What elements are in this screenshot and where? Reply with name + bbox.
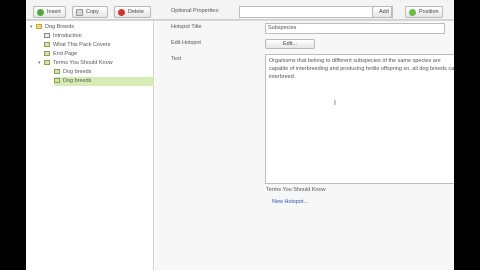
insert-label: Insert	[47, 9, 61, 15]
edit-button-label: Edit...	[282, 41, 298, 47]
copy-icon	[76, 9, 83, 16]
tree-root-label: Dog Breeds	[45, 24, 75, 30]
tree-item[interactable]: Dog breeds	[54, 68, 150, 77]
page-icon	[44, 42, 50, 48]
tree-item[interactable]: Introduction	[44, 32, 150, 41]
delete-button[interactable]: Delete	[114, 6, 151, 18]
position-icon	[409, 9, 416, 16]
text-label: Text	[171, 56, 182, 62]
edit-hotspot-button[interactable]: Edit...	[265, 39, 315, 49]
tree-item-label: Dog breeds	[63, 78, 92, 84]
tree-item[interactable]: ▾ Terms You Should Know	[38, 59, 150, 68]
hotspot-icon	[54, 78, 60, 84]
add-label: Add	[379, 9, 389, 15]
toolbar: Insert Copy Delete Optional Properties: …	[26, 0, 454, 20]
editor-window: Insert Copy Delete Optional Properties: …	[26, 0, 454, 270]
copy-button[interactable]: Copy	[72, 6, 108, 18]
optional-properties-select[interactable]: ▼	[239, 6, 393, 18]
delete-icon	[118, 9, 125, 16]
tree-item-label: Dog breeds	[63, 69, 92, 75]
tree-item-label: What This Pack Covers	[53, 42, 111, 48]
text-value: Organisms that belong to different subsp…	[269, 58, 454, 80]
hotspot-icon	[54, 69, 60, 75]
page-icon	[44, 60, 50, 66]
position-label: Position	[419, 9, 439, 15]
tree-item-label: End Page	[53, 51, 78, 57]
copy-label: Copy	[86, 9, 99, 15]
page-icon	[44, 51, 50, 57]
delete-label: Delete	[128, 9, 144, 15]
page-icon	[44, 33, 50, 39]
position-button[interactable]: Position	[405, 6, 443, 18]
new-hotspot-link[interactable]: New Hotspot...	[272, 199, 308, 205]
tree-item-label: Introduction	[53, 33, 82, 39]
page-tree: ▾ Dog Breeds Introduction What This Pack …	[26, 21, 154, 270]
tree-root[interactable]: ▾ Dog Breeds	[30, 23, 150, 32]
tree-item-selected[interactable]: Dog breeds	[54, 77, 154, 86]
hotspot-title-value: Subspecies	[268, 25, 297, 31]
tree-item[interactable]: What This Pack Covers	[44, 41, 150, 50]
optional-properties-label: Optional Properties:	[171, 8, 220, 14]
hotspot-title-field[interactable]: Subspecies	[265, 23, 445, 34]
tree-item[interactable]: End Page	[44, 50, 150, 59]
edit-hotspot-label: Edit Hotspot	[171, 40, 201, 46]
properties-panel: Hotspot Title Subspecies Edit Hotspot Ed…	[155, 21, 454, 270]
tree-item-label: Terms You Should Know	[53, 60, 113, 66]
add-button[interactable]: Add	[372, 6, 392, 18]
folder-icon	[36, 24, 42, 30]
text-editor[interactable]: Organisms that belong to different subsp…	[265, 54, 454, 184]
section-label: Terms You Should Know	[266, 187, 326, 193]
plus-icon	[37, 9, 44, 16]
insert-button[interactable]: Insert	[33, 6, 66, 18]
hotspot-title-label: Hotspot Title	[171, 24, 202, 30]
text-cursor-icon: I	[334, 100, 336, 107]
